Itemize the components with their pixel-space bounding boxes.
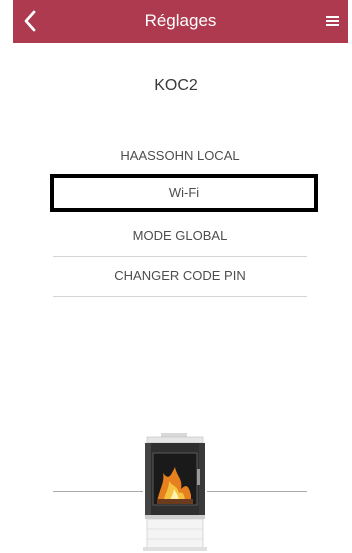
divider-line-left [53, 491, 143, 492]
divider-line-right [207, 491, 307, 492]
page-title: Réglages [144, 11, 217, 30]
menu-item-haassohn-local[interactable]: HAASSOHN LOCAL [53, 137, 307, 177]
back-button[interactable] [17, 7, 45, 35]
menu-item-changer-code-pin[interactable]: CHANGER CODE PIN [53, 257, 307, 297]
menu-item-wifi[interactable]: Wi-Fi [50, 174, 318, 212]
chevron-left-icon [24, 10, 36, 32]
settings-menu: HAASSOHN LOCAL Wi-Fi MODE GLOBAL CHANGER… [50, 137, 318, 297]
menu-item-mode-global[interactable]: MODE GLOBAL [53, 217, 307, 257]
app-header: Réglages [13, 0, 348, 43]
menu-button[interactable] [322, 10, 344, 32]
stove-icon [133, 433, 217, 551]
device-name: KOC2 [154, 77, 198, 94]
